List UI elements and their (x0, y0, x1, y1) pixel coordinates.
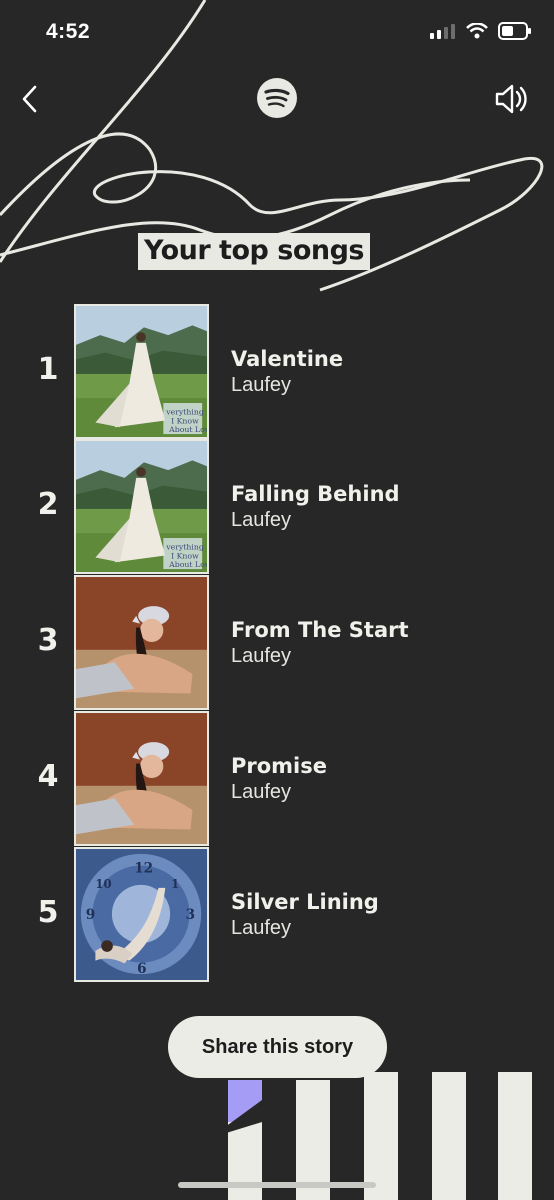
title-highlight: Your top songs (138, 233, 370, 270)
song-rank: 4 (37, 759, 59, 794)
everything-i-know-about-love-cover: verything I Know About Love (76, 441, 207, 572)
page-title: Your top songs (144, 235, 364, 266)
song-title: Falling Behind (231, 482, 400, 506)
wifi-icon (466, 23, 488, 39)
song-row[interactable]: 5 12 3 9 6 10 1 Silver Lining Laufey (0, 847, 554, 982)
spotify-logo-icon (257, 78, 297, 118)
song-artist: Laufey (231, 645, 292, 667)
bottom-stripes-graphic (210, 1072, 532, 1200)
status-icons (430, 22, 532, 40)
bewitched-cover (76, 713, 207, 844)
album-cover (74, 575, 209, 710)
song-rank: 1 (37, 352, 59, 387)
svg-text:About Love: About Love (168, 425, 207, 434)
svg-text:1: 1 (171, 877, 179, 891)
signal-icon (430, 24, 455, 39)
svg-text:10: 10 (95, 877, 111, 891)
decorative-scribble (0, 0, 544, 292)
song-title: From The Start (231, 618, 409, 642)
bewitched-cover (76, 577, 207, 708)
story-screen: 4:52 Your top songs 1 verything I Know A… (0, 0, 554, 1200)
song-title: Promise (231, 754, 327, 778)
home-indicator[interactable] (178, 1182, 376, 1188)
everything-i-know-about-love-cover: verything I Know About Love (76, 306, 207, 437)
song-artist: Laufey (231, 374, 292, 396)
svg-text:9: 9 (86, 907, 95, 923)
svg-text:verything: verything (165, 543, 204, 552)
battery-icon (498, 22, 531, 40)
status-time: 4:52 (46, 20, 91, 43)
song-rank: 3 (37, 623, 59, 658)
svg-text:I Know: I Know (171, 416, 199, 425)
album-cover: verything I Know About Love (74, 439, 209, 574)
svg-text:verything: verything (165, 408, 204, 417)
album-cover (74, 711, 209, 846)
album-cover: verything I Know About Love (74, 304, 209, 439)
song-title: Valentine (231, 347, 344, 371)
svg-text:12: 12 (134, 860, 153, 876)
back-button[interactable] (16, 84, 46, 114)
song-row[interactable]: 1 verything I Know About Love Val (0, 304, 554, 439)
song-row[interactable]: 2 verything I Know About Love Fal (0, 439, 554, 574)
song-row[interactable]: 3 From The Start Laufey (0, 575, 554, 710)
song-rank: 2 (37, 487, 59, 522)
svg-text:I Know: I Know (171, 551, 199, 560)
album-cover: 12 3 9 6 10 1 (74, 847, 209, 982)
song-artist: Laufey (231, 509, 292, 531)
song-artist: Laufey (231, 781, 292, 803)
song-rank: 5 (37, 895, 59, 930)
song-row[interactable]: 4 Promise Laufey (0, 711, 554, 846)
song-artist: Laufey (231, 917, 292, 939)
svg-text:6: 6 (137, 961, 146, 977)
song-title: Silver Lining (231, 890, 379, 914)
share-story-button[interactable]: Share this story (168, 1016, 387, 1078)
svg-text:3: 3 (186, 907, 195, 923)
silver-lining-cover: 12 3 9 6 10 1 (76, 849, 207, 980)
svg-text:About Love: About Love (168, 560, 207, 569)
speaker-icon[interactable] (494, 82, 528, 116)
